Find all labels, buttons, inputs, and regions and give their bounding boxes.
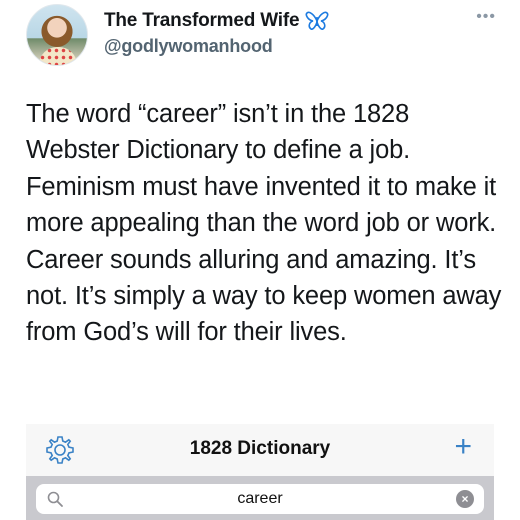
avatar[interactable] <box>26 4 88 66</box>
search-input[interactable]: career × <box>36 484 484 514</box>
nav-bar: 1828 Dictionary + <box>26 424 494 476</box>
plus-icon[interactable]: + <box>454 432 472 462</box>
name-line: The Transformed Wife <box>104 10 329 32</box>
handle[interactable]: @godlywomanhood <box>104 36 273 57</box>
butterfly-icon <box>305 11 329 30</box>
search-value: career <box>237 490 283 507</box>
more-dots-icon[interactable]: ••• <box>476 8 496 26</box>
clear-icon[interactable]: × <box>456 490 474 508</box>
dictionary-app-screenshot: 1828 Dictionary + career × <box>26 424 494 520</box>
nav-title: 1828 Dictionary <box>189 438 331 459</box>
tweet-text: The word “career” isn’t in the 1828 Webs… <box>26 100 502 347</box>
display-name[interactable]: The Transformed Wife <box>104 10 300 32</box>
search-bar: career × <box>26 476 494 520</box>
tweet-header: The Transformed Wife @godlywomanhood ••• <box>26 2 496 72</box>
